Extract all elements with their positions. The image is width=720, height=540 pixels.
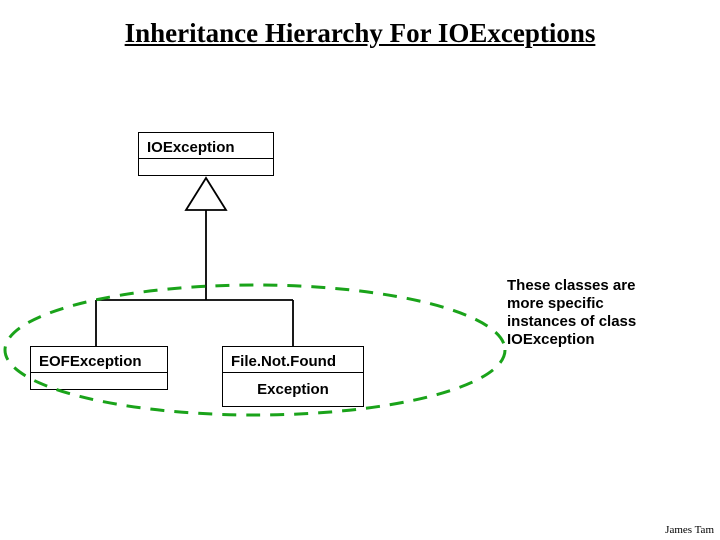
annotation-line: IOException: [507, 331, 595, 348]
generalization-arrowhead-icon: [186, 178, 226, 210]
node-filenotfoundexception-label-1: File.Not.Found: [223, 347, 363, 372]
diagram-overlay: [0, 0, 720, 540]
annotation-text: These classes are more specific instance…: [507, 277, 687, 349]
annotation-line: more specific: [507, 295, 604, 312]
node-eofexception-label: EOFException: [31, 347, 167, 372]
node-filenotfoundexception: File.Not.Found Exception: [222, 346, 364, 407]
node-ioexception: IOException: [138, 132, 274, 176]
annotation-line: instances of class: [507, 313, 636, 330]
box-body: [31, 373, 167, 389]
node-filenotfoundexception-label-2: Exception: [223, 373, 363, 406]
annotation-line: These classes are: [507, 277, 635, 294]
node-eofexception: EOFException: [30, 346, 168, 390]
footer-author: James Tam: [665, 524, 714, 536]
node-ioexception-label: IOException: [139, 133, 273, 158]
page-title: Inheritance Hierarchy For IOExceptions: [0, 18, 720, 49]
box-body: [139, 159, 273, 175]
